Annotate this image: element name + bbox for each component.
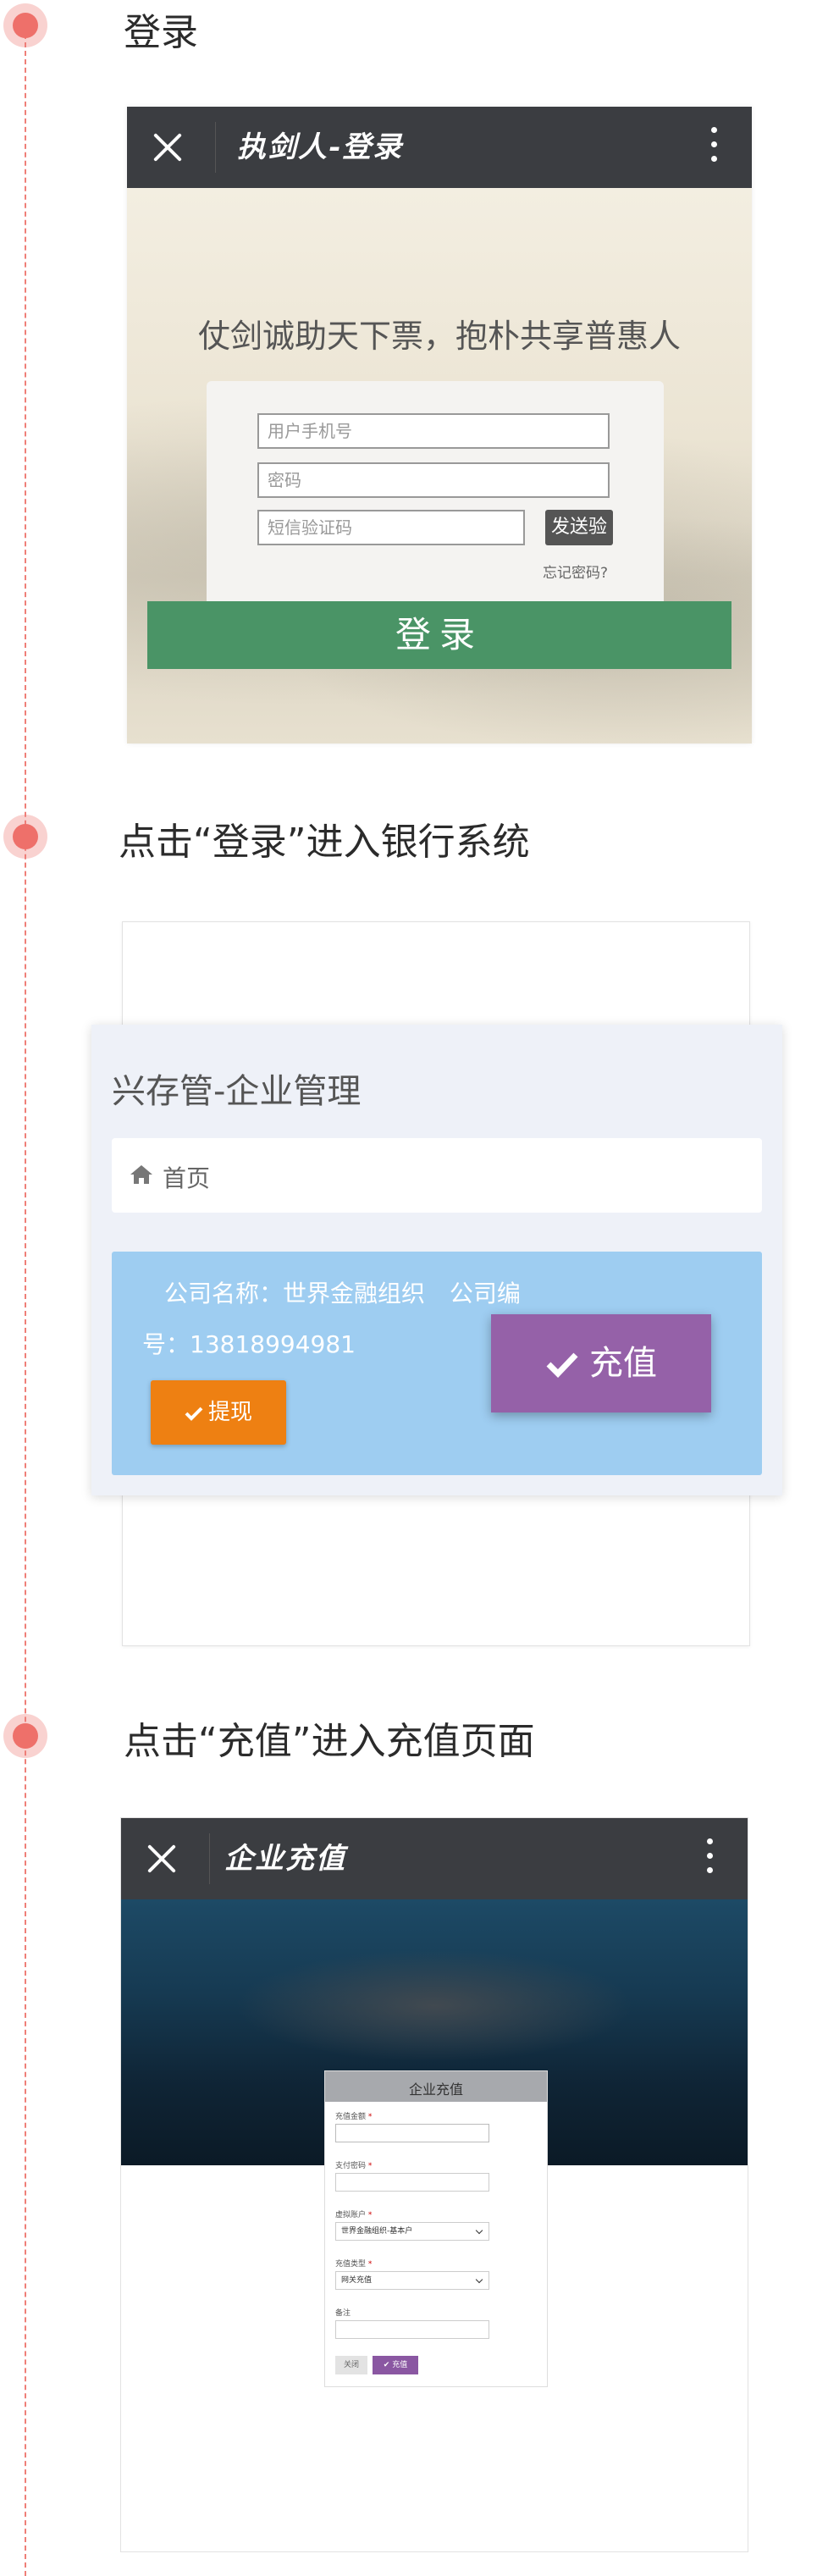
withdraw-label: 提现	[207, 1400, 252, 1425]
app-toolbar: 执剑人-登录	[127, 107, 752, 188]
chevron-down-icon	[475, 2275, 483, 2284]
recharge-label: 充值	[589, 1344, 657, 1383]
amount-label: 充值金额 *	[335, 2113, 373, 2121]
send-code-button[interactable]: 发送验	[545, 510, 613, 545]
step-title: 点击“登录”进入银行系统	[119, 821, 530, 864]
login-button[interactable]: 登录	[147, 601, 731, 669]
withdraw-button[interactable]: 提现	[151, 1380, 286, 1445]
breadcrumb-home[interactable]: 首页	[163, 1160, 210, 1194]
window-title: 企业充值	[224, 1842, 346, 1876]
forgot-password-link[interactable]: 忘记密码?	[543, 561, 608, 582]
timeline-dot	[3, 3, 47, 47]
slogan: 仗剑诚助天下票，抱朴共享普惠人	[197, 318, 681, 355]
close-icon[interactable]	[149, 129, 186, 166]
step-title: 点击“充值”进入充值页面	[124, 1720, 535, 1763]
login-card: 用户手机号 密码 短信验证码 发送验 忘记密码?	[207, 381, 664, 610]
check-icon	[185, 1407, 203, 1421]
step-title: 登录	[124, 11, 198, 54]
timeline-dot	[3, 815, 47, 859]
app-toolbar: 企业充值	[121, 1818, 748, 1899]
remark-input[interactable]	[335, 2320, 489, 2339]
home-icon	[130, 1165, 152, 1184]
form-title: 企业充值	[408, 2081, 463, 2098]
company-name: 公司名称：世界金融组织 公司编	[164, 1280, 521, 1307]
payment-password-label: 支付密码 *	[335, 2162, 373, 2170]
remark-label: 备注	[335, 2309, 351, 2318]
recharge-type-label: 充值类型 *	[335, 2260, 373, 2269]
check-icon	[546, 1352, 578, 1379]
company-info-card: 公司名称：世界金融组织 公司编 号：13818994981 提现 充值	[112, 1252, 762, 1475]
page-title: 兴存管-企业管理	[112, 1072, 362, 1111]
management-panel: 兴存管-企业管理 首页 公司名称：世界金融组织 公司编 号：1381899498…	[91, 1025, 782, 1495]
password-input[interactable]: 密码	[257, 462, 610, 498]
window-title: 执剑人-登录	[237, 130, 404, 164]
close-icon[interactable]	[143, 1840, 180, 1877]
toolbar-divider	[215, 122, 216, 173]
timeline-dot	[3, 1714, 47, 1758]
close-button[interactable]: 关闭	[335, 2356, 367, 2374]
company-number: 号：13818994981	[142, 1330, 356, 1358]
recharge-type-select[interactable]: 网关充值	[335, 2271, 489, 2290]
login-screenshot: 执剑人-登录 仗剑诚助天下票，抱朴共享普惠人 用户手机号 密码 短信验证码 发送…	[127, 107, 752, 744]
recharge-button[interactable]: 充值	[491, 1314, 711, 1412]
timeline-line	[25, 25, 26, 2576]
virtual-account-label: 虚拟账户 *	[335, 2211, 373, 2219]
recharge-screenshot: 企业充值 企业充值 充值金额 * 支付密码 * 虚拟账户 * 世界金融组织-基本…	[120, 1817, 748, 2552]
amount-input[interactable]	[335, 2124, 489, 2142]
more-vertical-icon[interactable]	[711, 127, 718, 168]
phone-input[interactable]: 用户手机号	[257, 413, 610, 449]
chevron-down-icon	[475, 2226, 483, 2235]
more-vertical-icon[interactable]	[707, 1838, 714, 1879]
recharge-form: 企业充值 充值金额 * 支付密码 * 虚拟账户 * 世界金融组织-基本户 充值类…	[324, 2070, 548, 2387]
sms-code-input[interactable]: 短信验证码	[257, 510, 525, 545]
breadcrumb: 首页	[112, 1138, 762, 1213]
virtual-account-select[interactable]: 世界金融组织-基本户	[335, 2222, 489, 2241]
confirm-recharge-button[interactable]: ✔ 充值	[373, 2356, 418, 2374]
payment-password-input[interactable]	[335, 2173, 489, 2192]
toolbar-divider	[209, 1833, 210, 1884]
